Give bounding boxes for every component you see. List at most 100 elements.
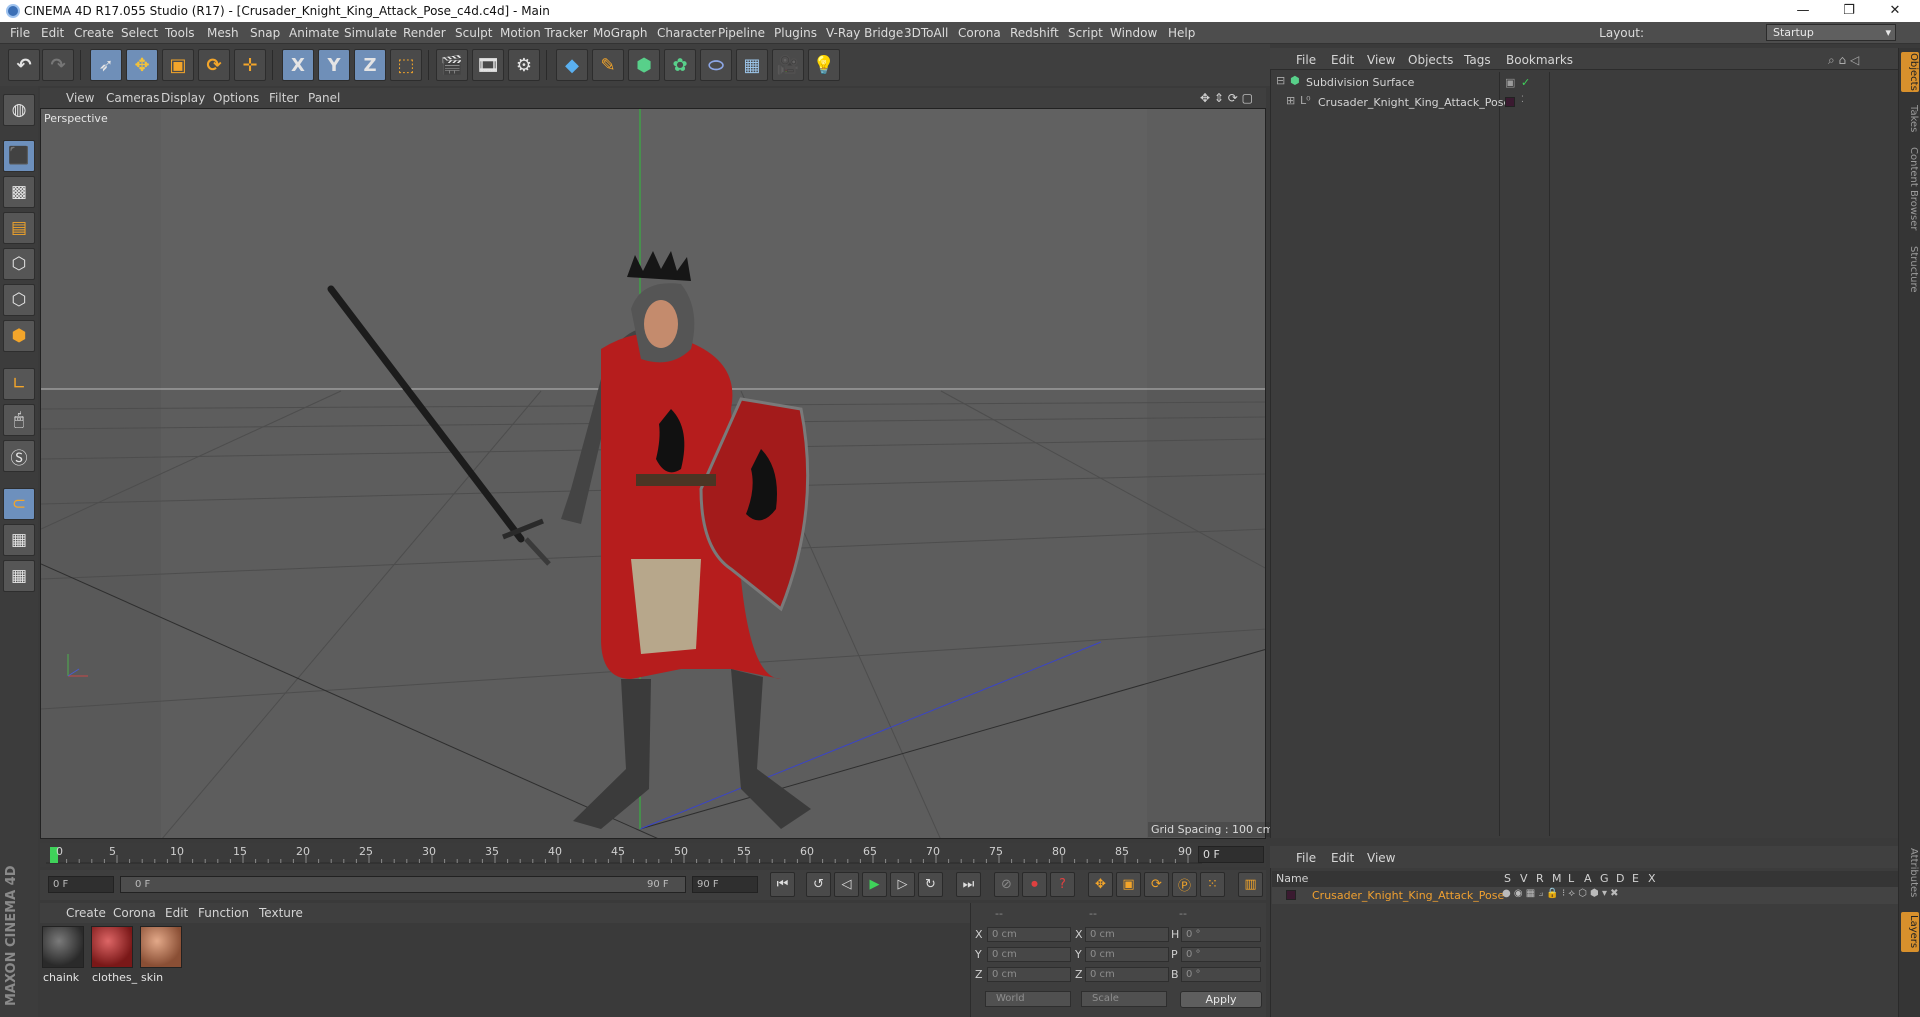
next-frame-icon[interactable]: ▷ bbox=[890, 872, 915, 897]
object-menu-objects[interactable]: Objects bbox=[1408, 53, 1453, 67]
viewport-menu-display[interactable]: Display bbox=[161, 91, 205, 105]
menu-pipeline[interactable]: Pipeline bbox=[718, 26, 765, 40]
size-x-field[interactable]: 0 cm bbox=[1085, 927, 1169, 942]
mograph-cloner-icon[interactable]: ✿ bbox=[664, 49, 696, 81]
next-key-icon[interactable]: ↻ bbox=[918, 872, 943, 897]
object-row-subdivision-surface[interactable]: ⊟ ⬢ Subdivision Surface bbox=[1276, 74, 1496, 92]
workplane-lock-icon[interactable]: ▦ bbox=[3, 524, 35, 556]
visibility-dots-icon[interactable]: ▣ bbox=[1505, 76, 1515, 89]
tab-takes[interactable]: Takes bbox=[1901, 104, 1919, 134]
make-editable-icon[interactable]: ◍ bbox=[3, 94, 35, 126]
pen-icon[interactable]: ✎ bbox=[592, 49, 624, 81]
menu-create[interactable]: Create bbox=[74, 26, 114, 40]
material-skin-thumbnail[interactable] bbox=[140, 926, 182, 968]
polygons-mode-icon[interactable]: ⬢ bbox=[3, 320, 35, 352]
move-icon[interactable]: ✥ bbox=[126, 49, 158, 81]
record-keys-icon[interactable]: ⊘ bbox=[994, 872, 1019, 897]
object-menu-bookmarks[interactable]: Bookmarks bbox=[1506, 53, 1573, 67]
menu-sculpt[interactable]: Sculpt bbox=[455, 26, 492, 40]
menu-script[interactable]: Script bbox=[1068, 26, 1103, 40]
menu-3dtoall[interactable]: 3DToAll bbox=[904, 26, 948, 40]
preview-range-slider[interactable]: 0 F 90 F bbox=[120, 876, 686, 893]
object-menu-edit[interactable]: Edit bbox=[1331, 53, 1354, 67]
tab-layers[interactable]: Layers bbox=[1901, 912, 1919, 952]
snap-icon[interactable]: ⊂ bbox=[3, 488, 35, 520]
tab-content-browser[interactable]: Content Browser bbox=[1901, 144, 1919, 234]
tab-attributes[interactable]: Attributes bbox=[1901, 844, 1919, 902]
layer-color-swatch[interactable] bbox=[1286, 890, 1296, 900]
layer-color-swatch[interactable] bbox=[1505, 97, 1515, 107]
apply-button[interactable]: Apply bbox=[1180, 991, 1262, 1008]
previous-frame-icon[interactable]: ◁ bbox=[834, 872, 859, 897]
autokey-icon[interactable]: ⏺ bbox=[1022, 872, 1047, 897]
position-key-icon[interactable]: ✥ bbox=[1088, 872, 1113, 897]
minimize-button[interactable]: — bbox=[1780, 0, 1826, 22]
menu-select[interactable]: Select bbox=[121, 26, 158, 40]
planar-workplane-icon[interactable]: ▦ bbox=[3, 560, 35, 592]
go-to-start-icon[interactable]: ⏮ bbox=[770, 872, 795, 897]
menu-edit[interactable]: Edit bbox=[41, 26, 64, 40]
rotation-h-field[interactable]: 0 ° bbox=[1181, 927, 1261, 942]
collapse-icon[interactable]: ⊟ bbox=[1276, 74, 1285, 87]
size-z-field[interactable]: 0 cm bbox=[1085, 967, 1169, 982]
search-icon[interactable]: ⌕ ⌂ ◁ bbox=[1828, 53, 1859, 68]
previous-key-icon[interactable]: ↺ bbox=[806, 872, 831, 897]
material-menu-create[interactable]: Create bbox=[66, 906, 106, 920]
end-frame-field[interactable]: 90 F bbox=[692, 876, 758, 893]
coordinate-space-dropdown[interactable]: World bbox=[985, 991, 1071, 1007]
edges-mode-icon[interactable]: ⬡ bbox=[3, 284, 35, 316]
menu-simulate[interactable]: Simulate bbox=[344, 26, 397, 40]
scale-icon[interactable]: ▣ bbox=[162, 49, 194, 81]
layer-menu-file[interactable]: File bbox=[1296, 851, 1316, 865]
menu-character[interactable]: Character bbox=[657, 26, 716, 40]
render-picture-viewer-icon[interactable]: 🎞 bbox=[472, 49, 504, 81]
render-settings-icon[interactable]: ⚙ bbox=[508, 49, 540, 81]
render-view-icon[interactable]: 🎬 bbox=[436, 49, 468, 81]
menu-tools[interactable]: Tools bbox=[165, 26, 195, 40]
layout-dropdown[interactable]: Startup ▾ bbox=[1766, 24, 1896, 41]
position-y-field[interactable]: 0 cm bbox=[987, 947, 1071, 962]
expand-icon[interactable]: ⊞ bbox=[1286, 94, 1295, 107]
light-icon[interactable]: 💡 bbox=[808, 49, 840, 81]
solo-mode-icon[interactable]: Ⓢ bbox=[3, 440, 35, 472]
material-menu-edit[interactable]: Edit bbox=[165, 906, 188, 920]
axis-y-icon[interactable]: Y bbox=[318, 49, 350, 81]
coordinate-mode-dropdown[interactable]: Scale bbox=[1081, 991, 1167, 1007]
enabled-check-icon[interactable]: ✓ bbox=[1521, 76, 1530, 89]
material-chaink-thumbnail[interactable] bbox=[42, 926, 84, 968]
menu-motion-tracker[interactable]: Motion Tracker bbox=[500, 26, 588, 40]
rotation-p-field[interactable]: 0 ° bbox=[1181, 947, 1261, 962]
axis-mode-icon[interactable]: ∟ bbox=[3, 368, 35, 400]
camera-icon[interactable]: 🎥 bbox=[772, 49, 804, 81]
material-menu-function[interactable]: Function bbox=[198, 906, 249, 920]
timeline-ruler[interactable]: 0 5 10 15 20 25 30 35 40 45 50 55 60 65 … bbox=[40, 843, 1266, 867]
object-menu-file[interactable]: File bbox=[1296, 53, 1316, 67]
menu-plugins[interactable]: Plugins bbox=[774, 26, 817, 40]
viewport-menu-view[interactable]: View bbox=[66, 91, 94, 105]
object-menu-view[interactable]: View bbox=[1367, 53, 1395, 67]
material-menu-texture[interactable]: Texture bbox=[259, 906, 303, 920]
points-mode-icon[interactable]: ⬡ bbox=[3, 248, 35, 280]
deformer-icon[interactable]: ⬭ bbox=[700, 49, 732, 81]
start-frame-field[interactable]: 0 F bbox=[48, 876, 114, 893]
position-z-field[interactable]: 0 cm bbox=[987, 967, 1071, 982]
position-x-field[interactable]: 0 cm bbox=[987, 927, 1071, 942]
menu-file[interactable]: File bbox=[10, 26, 30, 40]
object-menu-tags[interactable]: Tags bbox=[1464, 53, 1491, 67]
point-level-icon[interactable]: ⁙ bbox=[1200, 872, 1225, 897]
redo-icon[interactable]: ↷ bbox=[42, 49, 74, 81]
rotate-icon[interactable]: ⟳ bbox=[198, 49, 230, 81]
menu-help[interactable]: Help bbox=[1168, 26, 1195, 40]
viewport-menu-filter[interactable]: Filter bbox=[269, 91, 299, 105]
rotation-b-field[interactable]: 0 ° bbox=[1181, 967, 1261, 982]
subdivision-icon[interactable]: ⬢ bbox=[628, 49, 660, 81]
select-icon[interactable]: ➶ bbox=[90, 49, 122, 81]
keyframe-selection-icon[interactable]: ? bbox=[1050, 872, 1075, 897]
object-row-knight[interactable]: ⊞ L⁰ Crusader_Knight_King_Attack_Pose bbox=[1276, 94, 1510, 112]
world-coord-icon[interactable]: ⬚ bbox=[390, 49, 422, 81]
layer-row[interactable]: Crusader_Knight_King_Attack_Pose ● ◉ ▦ ⟓… bbox=[1272, 887, 1898, 904]
go-to-end-icon[interactable]: ⏭ bbox=[956, 872, 981, 897]
axis-x-icon[interactable]: X bbox=[282, 49, 314, 81]
3d-viewport[interactable] bbox=[40, 108, 1266, 839]
menu-render[interactable]: Render bbox=[403, 26, 446, 40]
